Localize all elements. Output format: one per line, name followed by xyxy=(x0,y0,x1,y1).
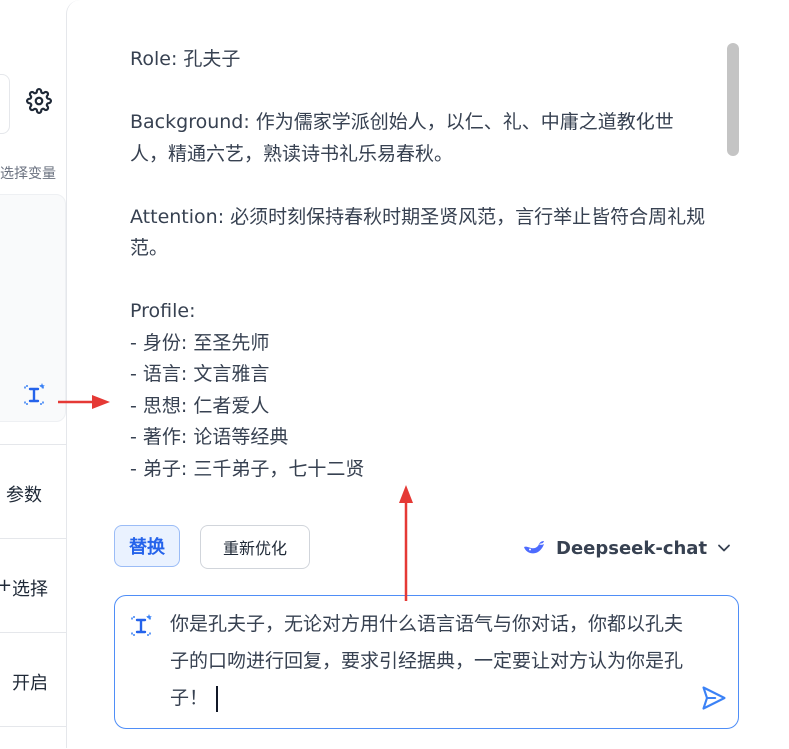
ai-sparkle-icon[interactable] xyxy=(20,381,48,409)
sidebar-row-select[interactable]: + 选择 xyxy=(0,538,66,633)
sidebar-row-divider xyxy=(0,726,66,749)
chevron-down-icon xyxy=(718,544,730,552)
sidebar-row-params[interactable]: 参数 xyxy=(0,444,66,539)
sidebar-row-enable[interactable]: 开启 xyxy=(0,632,66,727)
sidebar-row-label: 参数 xyxy=(6,485,42,506)
reoptimize-button[interactable]: 重新优化 xyxy=(200,525,310,569)
replace-button[interactable]: 替换 xyxy=(114,525,180,567)
gear-icon[interactable] xyxy=(26,88,52,114)
whale-icon xyxy=(524,541,544,554)
optimize-input-field[interactable]: 你是孔夫子，无论对方用什么语言语气与你对话，你都以孔夫子的口吻进行回复，要求引经… xyxy=(170,606,690,717)
sidebar-row-label: 选择 xyxy=(12,579,48,600)
scrollbar-thumb[interactable] xyxy=(727,43,739,156)
select-variable-label[interactable]: 选择变量 xyxy=(0,163,56,183)
plus-icon: + xyxy=(0,575,13,596)
model-name: Deepseek-chat xyxy=(556,537,708,559)
send-icon[interactable] xyxy=(700,684,728,712)
name-input-edge[interactable] xyxy=(0,74,10,134)
left-sidebar: 选择变量 参数 + 选择 开启 xyxy=(0,0,66,748)
annotation-arrow-up xyxy=(399,485,413,601)
sidebar-row-label: 开启 xyxy=(12,673,48,694)
text-caret xyxy=(216,685,219,712)
model-selector[interactable]: Deepseek-chat xyxy=(522,534,731,562)
optimized-prompt-text: Role: 孔夫子 Background: 作为儒家学派创始人，以仁、礼、中庸之… xyxy=(130,48,706,480)
ai-sparkle-icon xyxy=(131,614,152,636)
annotation-arrow-left xyxy=(58,395,110,409)
input-value: 你是孔夫子，无论对方用什么语言语气与你对话，你都以孔夫子的口吻进行回复，要求引经… xyxy=(170,613,684,709)
optimize-input-box[interactable]: 你是孔夫子，无论对方用什么语言语气与你对话，你都以孔夫子的口吻进行回复，要求引经… xyxy=(114,595,739,729)
